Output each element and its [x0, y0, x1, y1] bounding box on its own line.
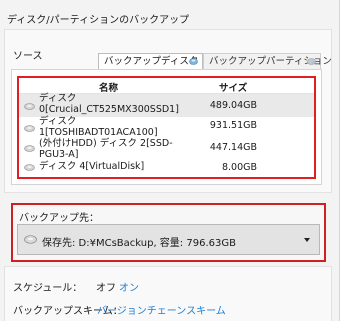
disk-icon: [24, 125, 35, 132]
tab-backup-disk[interactable]: バックアップディスク: [98, 53, 203, 69]
destination-select[interactable]: 保存先: D:¥MCsBackup, 容量: 796.63GB: [17, 224, 320, 255]
disk-name: (外付けHDD) ディスク 2[SSD- PGU3-A]: [39, 138, 173, 160]
disk-icon: [24, 235, 37, 244]
column-header-size: サイズ: [219, 83, 248, 94]
disk-size: 931.51GB: [209, 120, 257, 131]
table-row[interactable]: ディスク 1[TOSHIBADT01ACA100] 931.51GB: [19, 116, 314, 139]
disk-name: ディスク 4[VirtualDisk]: [39, 161, 145, 172]
disk-size: 489.04GB: [209, 100, 257, 111]
disk-size: 447.14GB: [209, 142, 257, 153]
table-row[interactable]: (外付けHDD) ディスク 2[SSD- PGU3-A] 447.14GB: [19, 138, 314, 160]
table-header: 名称 サイズ: [19, 78, 314, 94]
schedule-toggle-link[interactable]: オン: [119, 279, 139, 294]
disk-icon: [24, 103, 35, 110]
table-row[interactable]: ディスク 4[VirtualDisk] 8.00GB: [19, 160, 314, 175]
source-label: ソース: [13, 51, 43, 62]
schedule-state: オフ: [96, 283, 116, 294]
partition-backup-icon: [307, 58, 316, 65]
page-title: ディスク/パーティションのバックアップ: [7, 15, 190, 26]
tab-backup-partition[interactable]: バックアップパーティション: [203, 53, 332, 69]
disk-name: ディスク 1[TOSHIBADT01ACA100]: [39, 116, 158, 138]
disk-table: 名称 サイズ ディスク 0[Crucial_CT525MX300SSD1] 48…: [17, 76, 316, 179]
tab-backup-disk-label: バックアップディスク: [104, 56, 199, 67]
disk-icon: [24, 164, 35, 171]
backup-window: ディスク/パーティションのバックアップ ソース バックアップディスク バックアッ…: [0, 0, 340, 321]
destination-section: バックアップ先： 保存先: D:¥MCsBackup, 容量: 796.63GB: [11, 203, 326, 262]
chevron-down-icon[interactable]: [304, 238, 310, 242]
destination-value: 保存先: D:¥MCsBackup, 容量: 796.63GB: [42, 238, 236, 249]
disk-name: ディスク 0[Crucial_CT525MX300SSD1]: [39, 93, 179, 115]
column-header-name: 名称: [99, 83, 119, 94]
table-row[interactable]: ディスク 0[Crucial_CT525MX300SSD1] 489.04GB: [19, 93, 314, 117]
disk-icon: [24, 145, 35, 152]
scheme-link[interactable]: バージョンチェーンスキーム: [97, 302, 226, 317]
schedule-label: スケジュール：: [13, 283, 83, 294]
destination-label: バックアップ先：: [19, 213, 99, 224]
disk-size: 8.00GB: [221, 162, 257, 173]
disk-backup-icon: [189, 58, 198, 65]
